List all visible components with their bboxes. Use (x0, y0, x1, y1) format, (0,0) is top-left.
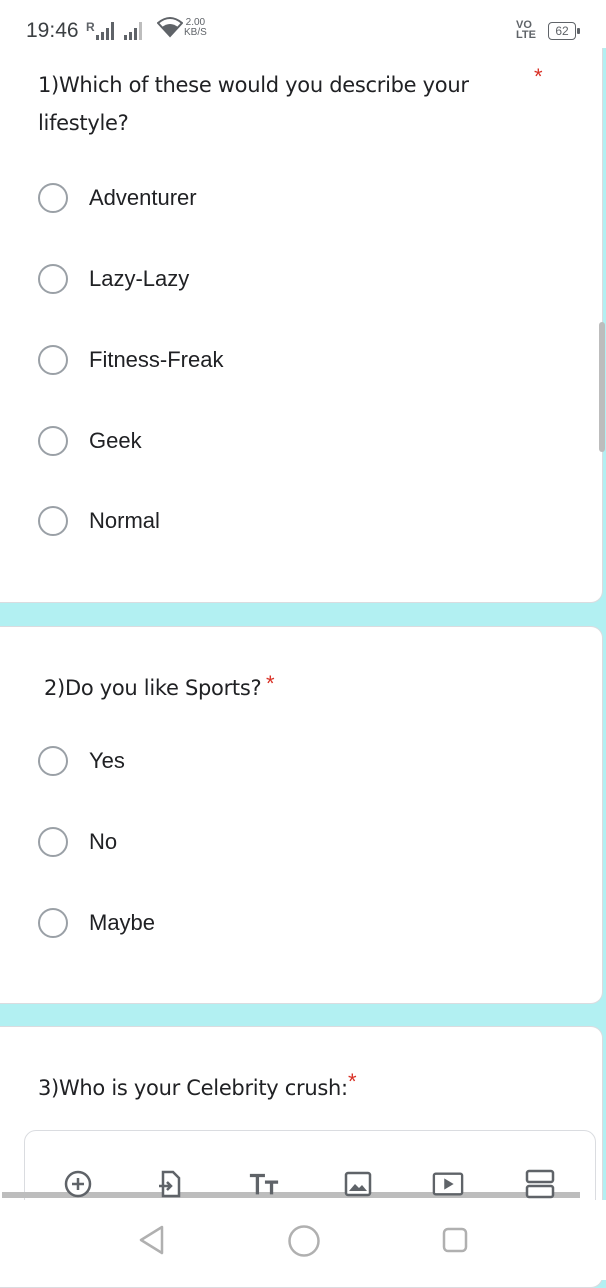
option-label: Geek (89, 428, 142, 453)
option-normal[interactable]: Normal (38, 503, 160, 539)
question-3-title: 3)Who is your Celebrity crush: (38, 1076, 348, 1100)
option-label: Fitness-Freak (89, 347, 224, 372)
option-no[interactable]: No (38, 824, 117, 860)
add-circle-icon[interactable] (62, 1168, 94, 1200)
video-icon[interactable] (432, 1168, 464, 1200)
network-speed: 2.00 KB/S (184, 18, 207, 38)
signal-strength-2-icon (124, 18, 150, 40)
status-bar: 19:46 R 2.00 KB/S VO LTE 62 (0, 0, 606, 48)
radio-button[interactable] (38, 827, 68, 857)
clock: 19:46 (26, 19, 79, 42)
recents-icon[interactable] (441, 1226, 469, 1254)
option-geek[interactable]: Geek (38, 423, 142, 459)
required-asterisk-1: * (534, 64, 543, 89)
option-maybe[interactable]: Maybe (38, 905, 155, 941)
roaming-indicator: R (86, 20, 95, 34)
option-fitness-freak[interactable]: Fitness-Freak (38, 342, 223, 378)
option-label: Yes (89, 748, 125, 773)
back-icon[interactable] (137, 1224, 167, 1256)
section-icon[interactable] (524, 1168, 556, 1200)
question-card-1: 1)Which of these would you describe your… (0, 20, 603, 603)
battery-icon: 62 (548, 22, 580, 40)
system-navigation-bar (0, 1200, 606, 1280)
question-1-title: 1)Which of these would you describe your… (38, 73, 469, 135)
form-toolbar (0, 1160, 606, 1200)
option-adventurer[interactable]: Adventurer (38, 180, 197, 216)
question-2-title: 2)Do you like Sports? (44, 676, 262, 700)
radio-button[interactable] (38, 746, 68, 776)
volte-line2: LTE (516, 29, 536, 41)
radio-button[interactable] (38, 264, 68, 294)
title-text-icon[interactable] (248, 1168, 280, 1200)
required-asterisk-3: * (348, 1069, 357, 1094)
option-label: Adventurer (89, 185, 197, 210)
volte-icon: VO LTE (516, 20, 536, 41)
network-speed-unit: KB/S (184, 27, 207, 38)
radio-button[interactable] (38, 345, 68, 375)
question-card-2: 2)Do you like Sports? * Yes No Maybe (0, 626, 603, 1004)
image-icon[interactable] (342, 1168, 374, 1200)
required-asterisk-2: * (266, 671, 275, 696)
option-label: No (89, 829, 118, 854)
home-icon[interactable] (287, 1224, 321, 1258)
option-yes[interactable]: Yes (38, 743, 125, 779)
option-label: Normal (89, 508, 160, 533)
battery-level: 62 (555, 24, 569, 38)
radio-button[interactable] (38, 426, 68, 456)
radio-button[interactable] (38, 183, 68, 213)
import-questions-icon[interactable] (154, 1168, 186, 1200)
scrollbar[interactable] (599, 322, 605, 452)
radio-button[interactable] (38, 908, 68, 938)
radio-button[interactable] (38, 506, 68, 536)
wifi-icon (157, 17, 183, 38)
option-label: Maybe (89, 910, 156, 935)
option-label: Lazy-Lazy (89, 266, 190, 291)
option-lazy-lazy[interactable]: Lazy-Lazy (38, 261, 189, 297)
signal-strength-icon (96, 18, 120, 40)
